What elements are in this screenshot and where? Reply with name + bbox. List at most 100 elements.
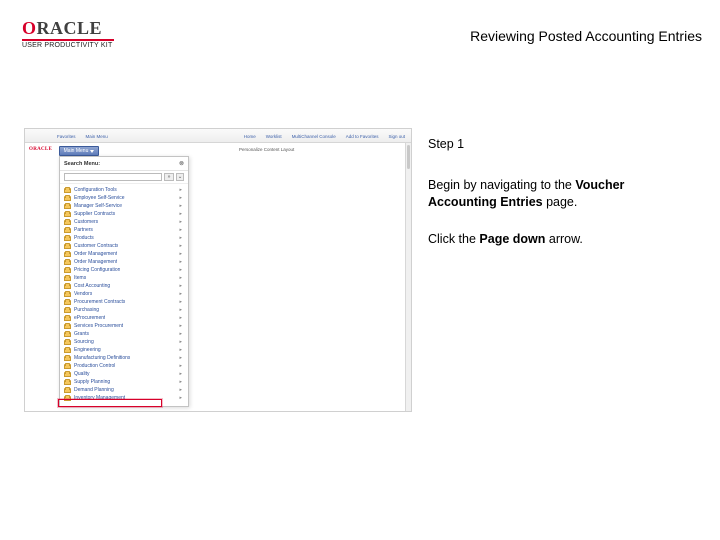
menu-item[interactable]: Vendors ▸: [60, 290, 188, 298]
nav-mainmenu[interactable]: Main Menu: [86, 134, 108, 139]
main-menu-button[interactable]: Main Menu: [59, 146, 99, 156]
instruction-para-2: Click the Page down arrow.: [428, 231, 696, 248]
folder-icon: [64, 356, 71, 361]
menu-item-label: Sourcing: [74, 339, 94, 345]
folder-icon: [64, 220, 71, 225]
menu-item[interactable]: Cost Accounting▸: [60, 282, 188, 290]
menu-item-label: Cost Accounting: [74, 283, 110, 289]
folder-icon: [64, 364, 71, 369]
folder-icon: [64, 324, 71, 329]
menu-search-row: » ⌄: [60, 171, 188, 184]
search-input[interactable]: [64, 173, 162, 181]
chevron-right-icon: ▸: [179, 259, 182, 265]
page-title: Reviewing Posted Accounting Entries: [470, 28, 702, 44]
folder-icon: [64, 276, 71, 281]
menu-item[interactable]: Items ▸: [60, 274, 188, 282]
folder-icon: [64, 316, 71, 321]
search-go-icon[interactable]: »: [164, 173, 174, 181]
menu-item-label: Inventory Management: [74, 395, 125, 401]
menu-item-label: Procurement Contracts: [74, 299, 125, 305]
menu-item[interactable]: Quality▸: [60, 370, 188, 378]
menu-item[interactable]: Pricing Configuration▸: [60, 266, 188, 274]
chevron-right-icon: ▸: [179, 219, 182, 225]
folder-icon: [64, 372, 71, 377]
menu-item-label: Items: [74, 275, 86, 281]
close-icon[interactable]: ⊗: [179, 160, 184, 167]
chevron-right-icon: ▸: [179, 243, 182, 249]
menu-item[interactable]: Partners▸: [60, 226, 188, 234]
folder-icon: [64, 196, 71, 201]
chevron-right-icon: ▸: [179, 323, 182, 329]
menu-item[interactable]: Grants▸: [60, 330, 188, 338]
menu-item[interactable]: Purchasing▸: [60, 306, 188, 314]
menu-item-label: Employee Self-Service: [74, 195, 125, 201]
folder-icon: [64, 340, 71, 345]
chevron-right-icon: ▸: [179, 235, 182, 241]
chevron-right-icon: ▸: [179, 299, 182, 305]
menu-item-label: Vendors: [74, 291, 92, 297]
chevron-right-icon: ▸: [179, 251, 182, 257]
menu-item-label: Products: [74, 235, 94, 241]
menu-item[interactable]: Products ▸: [60, 234, 188, 242]
folder-icon: [64, 292, 71, 297]
chevron-right-icon: ▸: [179, 211, 182, 217]
chevron-right-icon: ▸: [179, 291, 182, 297]
chevron-right-icon: ▸: [179, 355, 182, 361]
menu-item-label: Purchasing: [74, 307, 99, 313]
nav-home[interactable]: Home: [244, 134, 256, 139]
folder-icon: [64, 388, 71, 393]
menu-item[interactable]: Services Procurement ▸: [60, 322, 188, 330]
menu-item[interactable]: Supply Planning▸: [60, 378, 188, 386]
nav-atf[interactable]: Add to Favorites: [346, 134, 379, 139]
scrollbar[interactable]: [405, 143, 411, 411]
folder-icon: [64, 236, 71, 241]
chevron-right-icon: ▸: [179, 203, 182, 209]
menu-list: Configuration Tools▸Employee Self-Servic…: [60, 184, 188, 404]
chevron-right-icon: ▸: [179, 227, 182, 233]
menu-item[interactable]: Customer Contracts ▸: [60, 242, 188, 250]
chevron-right-icon: ▸: [179, 267, 182, 273]
nav-worklist[interactable]: Worklist: [266, 134, 282, 139]
folder-icon: [64, 228, 71, 233]
scrollbar-thumb[interactable]: [407, 145, 410, 169]
logo-letter-o: O: [22, 18, 37, 38]
menu-item-label: Supplier Contracts: [74, 211, 115, 217]
nav-favorites[interactable]: Favorites: [57, 134, 76, 139]
menu-item[interactable]: Supplier Contracts ▸: [60, 210, 188, 218]
main-menu-button-label: Main Menu: [64, 148, 89, 154]
menu-item[interactable]: Production Control▸: [60, 362, 188, 370]
menu-item[interactable]: Configuration Tools▸: [60, 186, 188, 194]
menu-item-label: Customer Contracts: [74, 243, 118, 249]
menu-item[interactable]: Manufacturing Definitions▸: [60, 354, 188, 362]
menu-item[interactable]: Employee Self-Service▸: [60, 194, 188, 202]
click-text-1: Click the: [428, 232, 479, 246]
chevron-right-icon: ▸: [179, 275, 182, 281]
menu-item[interactable]: Manager Self-Service ▸: [60, 202, 188, 210]
menu-item[interactable]: Engineering▸: [60, 346, 188, 354]
menu-item[interactable]: Inventory Management▸: [60, 394, 188, 402]
menu-item[interactable]: Order Management▸: [60, 250, 188, 258]
folder-icon: [64, 284, 71, 289]
intro-text-2: page.: [543, 195, 578, 209]
search-adv-icon[interactable]: ⌄: [176, 173, 184, 181]
menu-item-label: Manager Self-Service: [74, 203, 122, 209]
menu-item[interactable]: eProcurement▸: [60, 314, 188, 322]
menu-item[interactable]: Procurement Contracts ▸: [60, 298, 188, 306]
chevron-right-icon: ▸: [179, 339, 182, 345]
menu-item[interactable]: Customers▸: [60, 218, 188, 226]
nav-mcs[interactable]: MultiChannel Console: [292, 134, 336, 139]
app-screenshot: Favorites Main Menu Home Worklist MultiC…: [24, 128, 412, 412]
menu-header: Search Menu: ⊗: [60, 157, 188, 171]
menu-item[interactable]: Order Management▸: [60, 258, 188, 266]
folder-icon: [64, 268, 71, 273]
folder-icon: [64, 380, 71, 385]
menu-title: Search Menu:: [64, 161, 100, 167]
menu-item[interactable]: Sourcing ▸: [60, 338, 188, 346]
instruction-para-1: Begin by navigating to the Voucher Accou…: [428, 177, 696, 211]
chevron-right-icon: ▸: [179, 187, 182, 193]
menu-item-label: Demand Planning: [74, 387, 114, 393]
menu-item-label: Services Procurement: [74, 323, 123, 329]
menu-item[interactable]: Demand Planning▸: [60, 386, 188, 394]
folder-icon: [64, 260, 71, 265]
nav-signout[interactable]: Sign out: [388, 134, 405, 139]
